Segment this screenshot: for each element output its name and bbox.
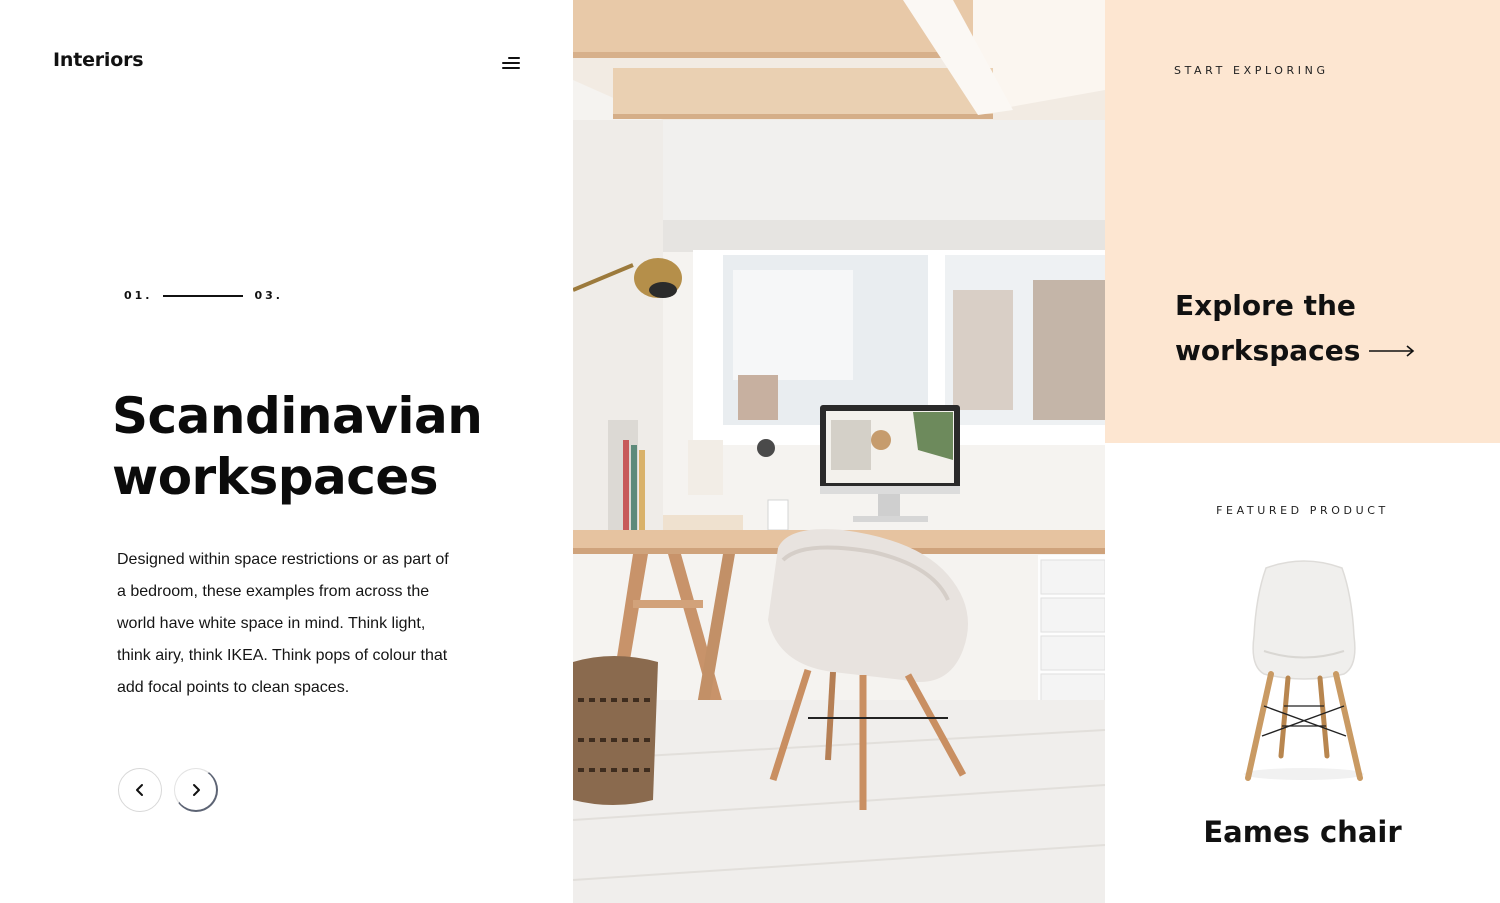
- next-slide-button[interactable]: [174, 768, 218, 812]
- previous-slide-button[interactable]: [118, 768, 162, 812]
- slide-progress-line: [162, 294, 243, 297]
- explore-panel: START EXPLORING Explore the workspaces: [1105, 0, 1500, 443]
- chevron-left-icon: [136, 784, 143, 796]
- featured-eyebrow: FEATURED PRODUCT: [1216, 504, 1389, 517]
- menu-icon[interactable]: [498, 55, 522, 73]
- slide-current: 01.: [124, 289, 153, 302]
- hero-title-line1: Scandinavian: [112, 387, 483, 445]
- brand-logo[interactable]: Interiors: [53, 49, 144, 71]
- explore-title-line1: Explore the: [1175, 289, 1356, 322]
- workspace-photo: [573, 0, 1105, 903]
- featured-product-card: FEATURED PRODUCT Eames chair: [1105, 443, 1500, 903]
- chevron-right-icon: [192, 783, 200, 796]
- product-name[interactable]: Eames chair: [1105, 815, 1500, 849]
- explore-workspaces-link[interactable]: Explore the workspaces: [1175, 283, 1360, 373]
- arrow-right-icon[interactable]: [1369, 345, 1415, 357]
- slide-indicator: 01. 03.: [124, 289, 283, 302]
- hero-title-line2: workspaces: [112, 448, 439, 506]
- explore-eyebrow: START EXPLORING: [1174, 64, 1329, 77]
- hero-description: Designed within space restrictions or as…: [117, 551, 449, 696]
- product-image[interactable]: [1226, 556, 1381, 786]
- slide-total: 03.: [254, 289, 283, 302]
- hero-title: Scandinavian workspaces: [112, 386, 552, 508]
- explore-title-line2: workspaces: [1175, 334, 1361, 367]
